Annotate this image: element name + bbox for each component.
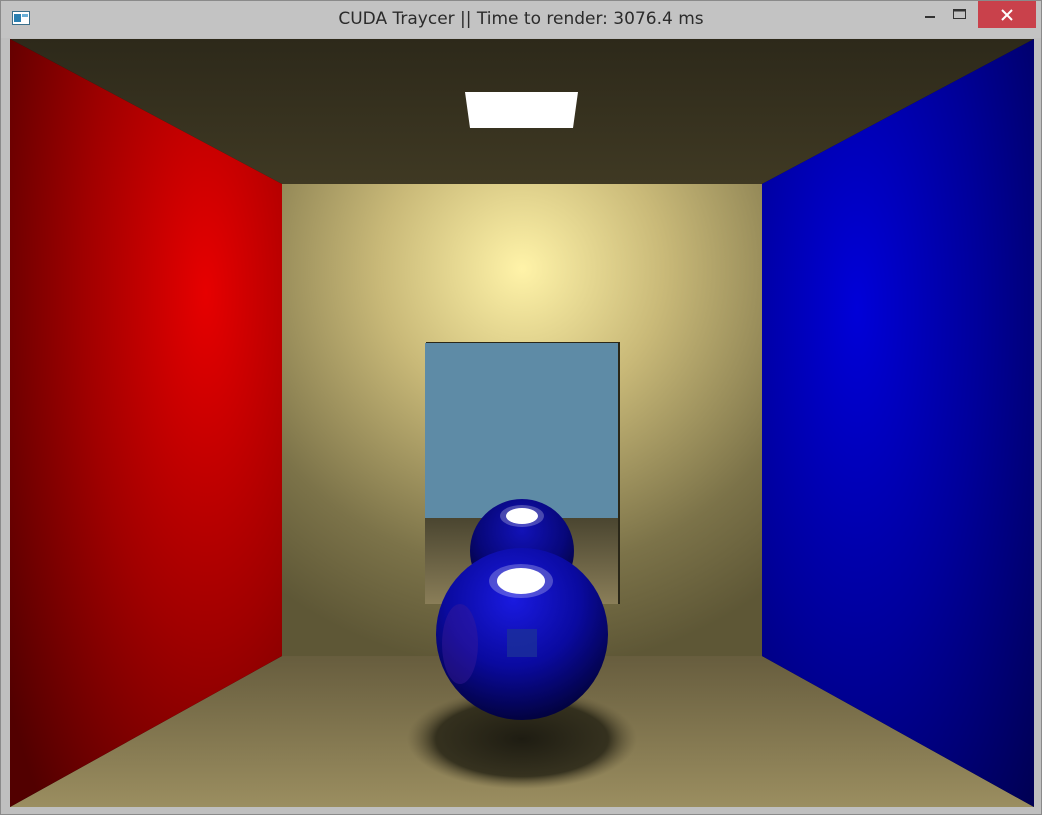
ceiling-light (465, 92, 578, 128)
minimize-button[interactable] (916, 1, 944, 28)
close-button[interactable] (978, 1, 1036, 28)
maximize-icon (953, 9, 966, 19)
rendered-scene (10, 39, 1034, 807)
render-viewport (10, 39, 1034, 807)
close-icon (1001, 9, 1013, 21)
maximize-button[interactable] (945, 1, 973, 28)
app-window: CUDA Traycer || Time to render: 3076.4 m… (0, 0, 1042, 815)
window-title: CUDA Traycer || Time to render: 3076.4 m… (338, 9, 704, 29)
title-bar[interactable]: CUDA Traycer || Time to render: 3076.4 m… (1, 1, 1041, 38)
minimize-icon (925, 16, 935, 18)
reflective-sphere (436, 548, 608, 720)
